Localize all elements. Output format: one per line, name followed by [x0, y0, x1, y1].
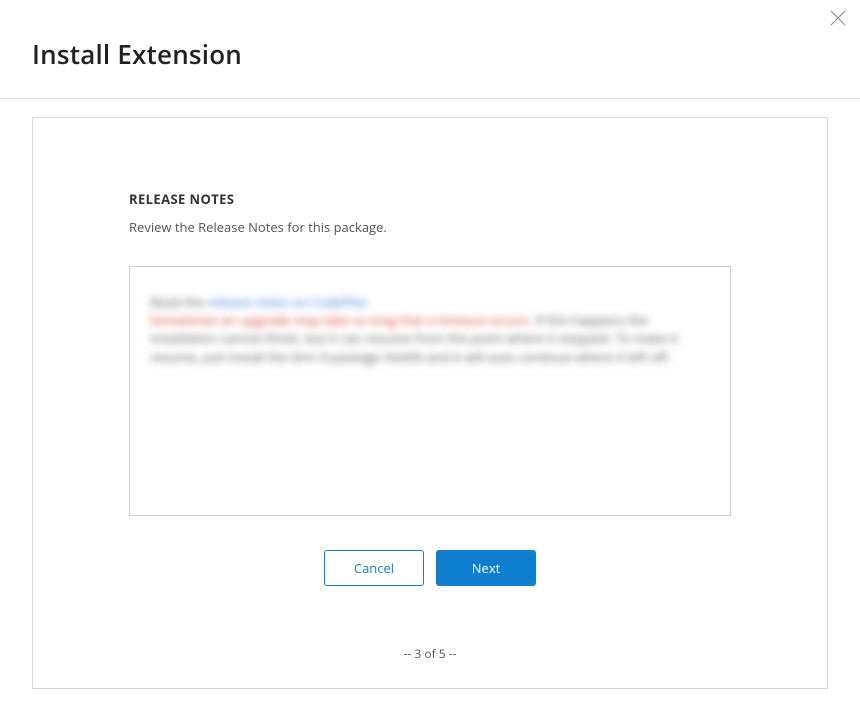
section-heading: RELEASE NOTES — [129, 190, 731, 208]
next-button[interactable]: Next — [436, 550, 536, 586]
page-title: Install Extension — [32, 36, 828, 72]
section-subtext: Review the Release Notes for this packag… — [129, 218, 731, 236]
cancel-button[interactable]: Cancel — [324, 550, 424, 586]
release-notes-content: Read the release notes on CodePlex Somet… — [150, 293, 710, 366]
close-icon[interactable] — [830, 10, 846, 26]
wizard-card: RELEASE NOTES Review the Release Notes f… — [32, 117, 828, 689]
dialog-header: Install Extension — [0, 0, 860, 98]
release-notes-frame: Read the release notes on CodePlex Somet… — [129, 266, 731, 516]
dialog-body: RELEASE NOTES Review the Release Notes f… — [0, 99, 860, 689]
step-indicator: -- 3 of 5 -- — [33, 645, 827, 662]
button-row: Cancel Next — [129, 550, 731, 586]
